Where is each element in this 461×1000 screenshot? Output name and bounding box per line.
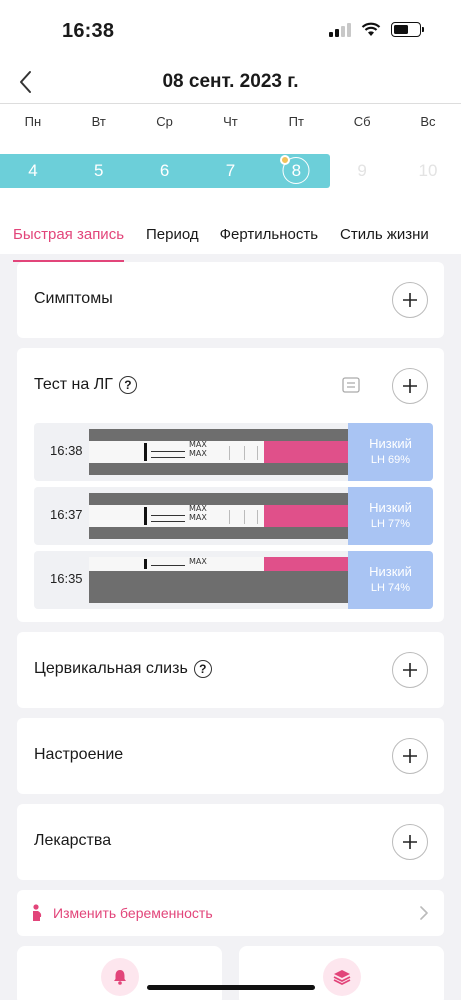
tab-quick-entry[interactable]: Быстрая запись [13,218,125,262]
day-4[interactable]: 4 [0,154,66,188]
lh-level: Низкий [369,436,412,451]
add-mood-button[interactable] [392,738,428,774]
cervical-title-text: Цервикальная слизь [34,660,188,678]
weekday-tue: Вт [91,114,106,129]
change-pregnancy-label: Изменить беременность [53,905,213,921]
lh-test-time: 16:38 [50,443,83,458]
lh-test-row[interactable]: 16:35 MAX Низкий LH 74% [34,551,433,609]
strip-marking: MAX MAX [189,504,207,522]
lh-percent: LH 77% [370,518,411,530]
weekday-sun: Вс [420,114,436,129]
tab-period[interactable]: Период [146,218,199,254]
weekday-mon: Пн [24,114,42,129]
wifi-icon [361,22,381,36]
lh-result-badge: Низкий LH 77% [348,487,433,545]
lh-test-row[interactable]: 16:37 MAX MAX Низкий LH 77% [34,487,433,545]
medicine-title: Лекарства [34,832,112,849]
status-bar: 16:38 [0,0,461,62]
day-5[interactable]: 5 [66,154,132,188]
weekday-thu: Чт [223,114,238,129]
weekday-names: Пн Вт Ср Чт Пт Сб Вс [0,114,461,129]
lh-test-strip-photo: MAX [89,557,349,603]
reminders-card[interactable] [17,946,222,1000]
page-title: 08 сент. 2023 г. [162,71,299,92]
strip-marking: MAX MAX [189,440,207,458]
day-9[interactable]: 9 [329,154,395,188]
bell-icon-bg [100,958,139,996]
day-6[interactable]: 6 [132,154,198,188]
mood-title: Настроение [34,746,124,763]
lh-percent: LH 69% [370,454,411,466]
cellular-signal-icon [329,22,351,37]
chevron-right-icon [420,906,428,920]
cervical-mucus-card: Цервикальная слизь? [17,632,444,708]
tab-fertility[interactable]: Фертильность [220,218,318,254]
week-calendar: Пн Вт Ср Чт Пт Сб Вс 4 5 6 7 8 9 10 Быст… [0,104,461,262]
layers-icon [333,970,350,986]
day-7[interactable]: 7 [198,154,264,188]
change-pregnancy-button[interactable]: Изменить беременность [17,890,444,936]
note-icon[interactable] [342,377,360,393]
add-medicine-button[interactable] [392,824,428,860]
lh-test-strip-photo: MAX MAX [89,429,349,475]
lh-level: Низкий [369,500,412,515]
plus-icon [403,835,417,849]
strip-marking: MAX [189,557,207,566]
header: 08 сент. 2023 г. [0,62,461,104]
help-icon[interactable]: ? [118,376,137,394]
status-time: 16:38 [62,20,115,42]
tab-bar: Быстрая запись Период Фертильность Стиль… [0,218,461,262]
weekday-sat: Сб [353,114,371,129]
lh-result-badge: Низкий LH 69% [348,423,433,481]
home-indicator[interactable] [147,985,315,990]
plus-icon [403,293,417,307]
lh-test-card: Тест на ЛГ? 16:38 MAX MAX Низкий LH 69% 1… [17,348,444,622]
add-symptom-button[interactable] [392,282,428,318]
medicine-card: Лекарства [17,804,444,880]
day-10[interactable]: 10 [395,154,461,188]
pregnant-icon [33,904,42,921]
add-cervical-button[interactable] [392,652,428,688]
plus-icon [403,663,417,677]
lh-test-time: 16:35 [50,571,83,586]
weekday-wed: Ср [156,114,173,129]
layers-icon-bg [322,958,361,996]
plus-icon [403,379,417,393]
lh-level: Низкий [369,564,412,579]
lh-test-row[interactable]: 16:38 MAX MAX Низкий LH 69% [34,423,433,481]
lh-test-time: 16:37 [50,507,83,522]
day-8-selected[interactable]: 8 [263,154,329,188]
status-icons [329,22,424,37]
mood-card: Настроение [17,718,444,794]
symptoms-title: Симптомы [34,290,113,307]
tab-lifestyle[interactable]: Стиль жизни [340,218,429,254]
battery-icon [391,22,424,37]
bell-icon [113,970,126,985]
lh-test-strip-photo: MAX MAX [89,493,349,539]
weekday-fri: Пт [288,114,304,129]
plus-icon [403,749,417,763]
add-lh-test-button[interactable] [392,368,428,404]
cervical-title: Цервикальная слизь? [34,660,212,678]
content-card[interactable] [239,946,444,1000]
symptoms-card: Симптомы [17,262,444,338]
help-icon[interactable]: ? [193,660,212,678]
lh-test-title: Тест на ЛГ? [34,376,137,394]
day-numbers: 4 5 6 7 8 9 10 [0,154,461,188]
lh-result-badge: Низкий LH 74% [348,551,433,609]
lh-percent: LH 74% [370,582,411,594]
lh-test-title-text: Тест на ЛГ [34,376,113,394]
